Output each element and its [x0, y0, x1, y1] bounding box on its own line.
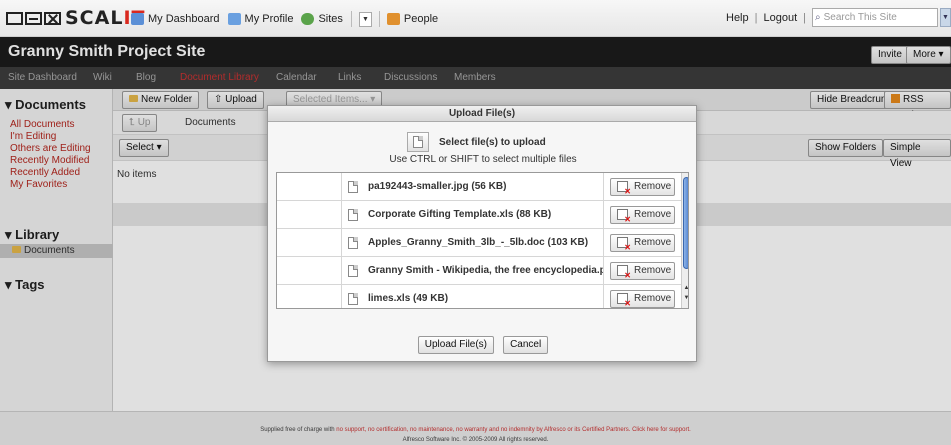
- help-link[interactable]: Help: [726, 12, 749, 24]
- file-name: Corporate Gifting Template.xls (88 KB): [368, 209, 552, 220]
- search-input[interactable]: ⌕ Search This Site: [812, 8, 938, 27]
- nav-label: My Profile: [244, 13, 294, 25]
- document-icon: [348, 264, 358, 277]
- divider: [350, 11, 352, 27]
- dialog-footer: Upload File(s) Cancel: [268, 336, 698, 354]
- logo-text: SCAL: [65, 7, 124, 29]
- file-name: Granny Smith - Wikipedia, the free encyc…: [368, 265, 604, 276]
- file-row: pa192443-smaller.jpg (56 KB) Remove: [277, 173, 681, 201]
- document-icon: [413, 136, 423, 148]
- upload-dialog: Upload File(s) Select file(s) to upload …: [267, 105, 697, 362]
- top-right: Help | Logout | ⌕ Search This Site ▼: [726, 8, 951, 27]
- nav-label: Sites: [318, 13, 343, 25]
- nav-sites[interactable]: Sites: [301, 13, 343, 25]
- divider: [378, 11, 380, 27]
- file-list: pa192443-smaller.jpg (56 KB) Remove Corpo…: [276, 172, 689, 309]
- select-files-button[interactable]: [407, 132, 429, 152]
- search-icon: ⌕: [815, 12, 821, 23]
- remove-button[interactable]: Remove: [610, 233, 675, 252]
- file-row: Granny Smith - Wikipedia, the free encyc…: [277, 257, 681, 285]
- document-icon: [348, 236, 358, 249]
- divider: |: [803, 11, 806, 24]
- file-row: limes.xls (49 KB) Remove: [277, 285, 681, 308]
- file-name: limes.xls (49 KB): [368, 293, 449, 304]
- remove-icon: [617, 293, 631, 308]
- file-list-scrollbar[interactable]: ▲ ▼: [681, 173, 688, 308]
- file-name: Apples_Granny_Smith_3lb_-_5lb.doc (103 K…: [368, 237, 589, 248]
- button-label: Remove: [634, 209, 672, 220]
- scroll-up-icon[interactable]: ▲: [683, 285, 688, 291]
- remove-button[interactable]: Remove: [610, 289, 675, 308]
- logout-link[interactable]: Logout: [763, 12, 797, 24]
- remove-icon: [617, 237, 631, 252]
- button-label: Remove: [634, 237, 672, 248]
- upload-files-button[interactable]: Upload File(s): [417, 336, 495, 354]
- file-row: Corporate Gifting Template.xls (88 KB) Re…: [277, 201, 681, 229]
- remove-icon: [617, 209, 631, 224]
- select-files-row: Select file(s) to upload: [407, 132, 546, 152]
- file-row: Apples_Granny_Smith_3lb_-_5lb.doc (103 K…: [277, 229, 681, 257]
- top-bar: SCALIT My Dashboard My Profile Sites ▼ P…: [0, 0, 951, 37]
- nav-my-profile[interactable]: My Profile: [227, 13, 294, 25]
- button-label: Remove: [634, 181, 672, 192]
- remove-icon: [617, 265, 631, 280]
- nav-label: My Dashboard: [148, 13, 220, 25]
- multi-select-hint: Use CTRL or SHIFT to select multiple fil…: [389, 154, 577, 165]
- sites-dropdown-button[interactable]: ▼: [358, 11, 372, 27]
- remove-button[interactable]: Remove: [610, 205, 675, 224]
- nav-my-dashboard[interactable]: My Dashboard: [131, 13, 220, 25]
- divider: |: [754, 11, 758, 24]
- file-name: pa192443-smaller.jpg (56 KB): [368, 181, 507, 192]
- button-label: Remove: [634, 293, 672, 304]
- select-files-label: Select file(s) to upload: [439, 136, 546, 148]
- document-icon: [348, 180, 358, 193]
- dashboard-icon: [131, 13, 144, 25]
- logo-box-icon: [6, 11, 23, 25]
- app-logo[interactable]: SCALIT: [6, 7, 145, 29]
- remove-icon: [617, 181, 631, 196]
- people-icon: [386, 13, 400, 25]
- search-placeholder: Search This Site: [823, 12, 897, 23]
- document-icon: [348, 292, 358, 305]
- nav-label: People: [403, 13, 439, 25]
- document-icon: [348, 208, 358, 221]
- profile-icon: [227, 13, 241, 25]
- search-dropdown-button[interactable]: ▼: [940, 8, 951, 27]
- dialog-title: Upload File(s): [268, 106, 696, 122]
- logo-box-icon: [44, 11, 61, 25]
- scroll-down-icon[interactable]: ▼: [683, 295, 688, 301]
- button-label: Remove: [634, 265, 672, 276]
- remove-button[interactable]: Remove: [610, 261, 675, 280]
- sites-icon: [301, 13, 315, 25]
- logo-box-icon: [25, 11, 42, 25]
- scrollbar-thumb[interactable]: [683, 177, 688, 269]
- nav-people[interactable]: People: [386, 13, 439, 25]
- cancel-button[interactable]: Cancel: [503, 336, 549, 354]
- remove-button[interactable]: Remove: [610, 177, 675, 196]
- top-nav: My Dashboard My Profile Sites ▼ People: [131, 11, 446, 27]
